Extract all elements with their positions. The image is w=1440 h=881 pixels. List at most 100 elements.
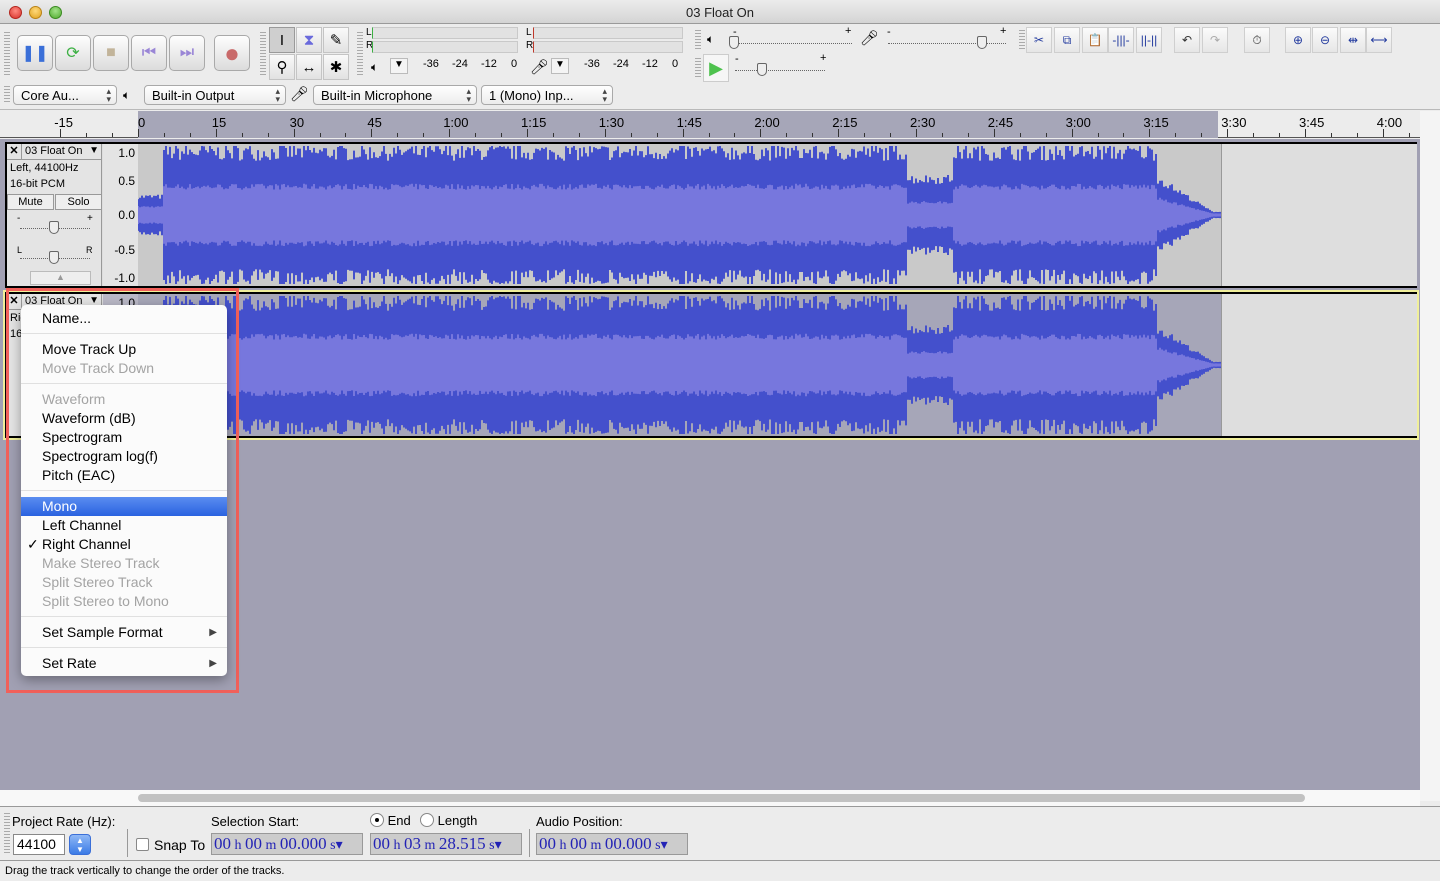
selection-start-time[interactable]: 00 h 00 m 00.000 s▾ (211, 833, 363, 855)
input-device-select[interactable]: Built-in Microphone ▴ ▾ (313, 85, 477, 105)
redo-button[interactable]: ↷ (1202, 27, 1228, 53)
playback-meter-right (372, 41, 518, 53)
length-radio[interactable]: Length (420, 813, 477, 828)
pause-button[interactable]: ❚❚ (17, 35, 53, 71)
input-volume-slider[interactable] (888, 43, 1006, 44)
ruler-minor-tick (86, 133, 88, 137)
menu-item-name[interactable]: Name... (21, 309, 227, 328)
zoom-tool[interactable]: ⚲ (269, 54, 295, 80)
playback-meter-menu-button[interactable]: ▼ (390, 58, 408, 74)
silence-button[interactable]: ||-|| (1136, 27, 1162, 53)
draw-tool[interactable]: ✎ (323, 27, 349, 53)
radio-button[interactable] (420, 813, 434, 827)
ruler-tick-label: -15 (54, 115, 73, 130)
solo-label: Solo (67, 196, 90, 208)
menu-item-waveform-db[interactable]: Waveform (dB) (21, 409, 227, 428)
audio-track[interactable]: ✕ 03 Float On ▼ Left, 44100Hz 16-bit PCM… (5, 142, 1417, 288)
input-volume-thumb[interactable] (977, 36, 988, 49)
fit-selection-button[interactable]: ⇹ (1340, 27, 1366, 53)
cut-button[interactable]: ✂ (1026, 27, 1052, 53)
multi-tool[interactable]: ✱ (323, 54, 349, 80)
menu-item-spectrogram[interactable]: Spectrogram (21, 428, 227, 447)
menu-item-mono[interactable]: Mono (21, 497, 227, 516)
ruler-minor-tick (1097, 133, 1099, 137)
copy-button[interactable]: ⧉ (1054, 27, 1080, 53)
snap-to-checkbox[interactable] (136, 838, 149, 851)
radio-button[interactable] (370, 813, 384, 827)
skip-end-button[interactable]: ⏭ (169, 35, 205, 71)
output-device-select[interactable]: Built-in Output ▴ ▾ (144, 85, 286, 105)
record-button[interactable]: ● (214, 35, 250, 71)
envelope-tool[interactable]: ⧗ (296, 27, 322, 53)
vertical-scrollbar[interactable] (1420, 111, 1440, 801)
toolbar-grip[interactable] (4, 32, 10, 76)
menu-item-label: Mono (42, 498, 78, 514)
toolbar-grip[interactable] (4, 813, 10, 855)
waveform[interactable] (138, 144, 1221, 286)
toolbar-grip[interactable] (1019, 30, 1025, 50)
axis-label: 0.0 (118, 208, 135, 222)
play-at-speed-button[interactable]: ▶ (703, 54, 729, 82)
waveform-rms (138, 333, 1221, 397)
play-speed-thumb[interactable] (757, 63, 767, 76)
end-radio[interactable]: End (370, 813, 411, 828)
menu-item-pitch-eac[interactable]: Pitch (EAC) (21, 466, 227, 485)
play-speed-slider[interactable] (735, 70, 825, 71)
toolbar-grip[interactable] (4, 86, 10, 104)
project-rate-dropdown[interactable]: ▲ ▼ (69, 834, 91, 855)
menu-item-set-sample-format[interactable]: Set Sample Format ▶ (21, 623, 227, 642)
toolbar-grip[interactable] (695, 30, 701, 50)
menu-item-set-rate[interactable]: Set Rate ▶ (21, 654, 227, 673)
play-loop-button[interactable]: ⟳ (55, 35, 91, 71)
menu-item-move-track-up[interactable]: Move Track Up (21, 340, 227, 359)
horizontal-scrollbar[interactable] (0, 790, 1420, 806)
audio-position-time[interactable]: 00 h 00 m 00.000 s▾ (536, 833, 688, 855)
window-title: 03 Float On (686, 5, 754, 20)
toolbar-grip[interactable] (357, 32, 363, 76)
close-track-button[interactable]: ✕ (7, 144, 22, 160)
track-channel-rate: Left, 44100Hz (10, 162, 79, 174)
project-rate-input[interactable]: 44100 (13, 834, 65, 855)
output-volume-icon: 🔈︎ (707, 32, 715, 46)
input-channels-value: 1 (Mono) Inp... (489, 88, 574, 103)
trim-button[interactable]: -|||- (1108, 27, 1134, 53)
paste-button[interactable]: 📋 (1082, 27, 1108, 53)
record-meter-menu-button[interactable]: ▼ (551, 58, 569, 74)
menu-item-label: Waveform (42, 391, 106, 407)
menu-item-right-channel[interactable]: ✓ Right Channel (21, 535, 227, 554)
empty-track-region[interactable] (1221, 294, 1417, 436)
toolbar-grip[interactable] (695, 58, 701, 78)
solo-button[interactable]: Solo (55, 194, 102, 210)
selection-end-time[interactable]: 00 h 03 m 28.515 s▾ (370, 833, 522, 855)
mute-button[interactable]: Mute (7, 194, 54, 210)
ruler-minor-tick (941, 133, 943, 137)
collapse-track-button[interactable]: ▲ (30, 271, 91, 285)
audio-host-select[interactable]: Core Au... ▴ ▾ (13, 85, 117, 105)
stop-button[interactable]: ■ (93, 35, 129, 71)
ruler-major-tick (60, 129, 62, 137)
menu-item-spectrogram-log-f[interactable]: Spectrogram log(f) (21, 447, 227, 466)
output-volume-slider[interactable] (734, 43, 852, 44)
selection-tool[interactable]: I (269, 27, 295, 53)
fit-project-button[interactable]: ⟷ (1366, 27, 1392, 53)
undo-button[interactable]: ↶ (1174, 27, 1200, 53)
input-channels-select[interactable]: 1 (Mono) Inp... ▴ ▾ (481, 85, 613, 105)
track-menu-button[interactable]: ▼ (89, 145, 99, 156)
toolbar-grip[interactable] (260, 32, 266, 76)
skip-start-button[interactable]: ⏮ (131, 35, 167, 71)
zoom-in-button[interactable]: ⊕ (1285, 27, 1311, 53)
sync-lock-button[interactable]: ⏱ (1244, 27, 1270, 53)
waveform[interactable] (138, 294, 1221, 436)
empty-track-region[interactable] (1221, 144, 1417, 286)
ruler-minor-tick (890, 133, 892, 137)
time-shift-tool[interactable]: ↔ (296, 54, 322, 80)
zoom-out-button[interactable]: ⊖ (1312, 27, 1338, 53)
zoom-icon: ⚲ (276, 59, 288, 76)
pan-slider-thumb[interactable] (49, 251, 59, 264)
horizontal-scrollbar-thumb[interactable] (138, 794, 1305, 802)
submenu-arrow-icon: ▶ (209, 658, 217, 669)
menu-item-left-channel[interactable]: Left Channel (21, 516, 227, 535)
timeline-ruler[interactable]: -15 0 15 30 45 1:00 1:15 1:30 1:45 2:00 2:15 2:30 2:… (0, 111, 1440, 138)
gain-slider-thumb[interactable] (49, 221, 59, 234)
output-volume-thumb[interactable] (729, 36, 739, 49)
